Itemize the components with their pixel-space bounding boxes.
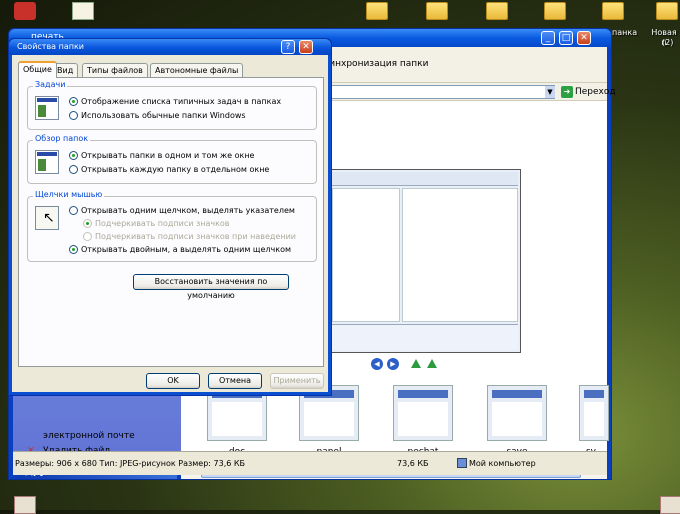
browse-preview-icon xyxy=(35,150,59,174)
desktop-label-panka: панка xyxy=(612,28,638,37)
thumbnail-save[interactable] xyxy=(487,385,547,441)
chevron-down-icon[interactable]: ▼ xyxy=(545,86,555,98)
dialog-title: Свойства папки xyxy=(17,42,85,51)
sync-folder-button[interactable]: Синхронизация папки xyxy=(323,59,428,69)
pointer-preview-icon: ↖ xyxy=(35,206,59,230)
next-image-icon[interactable]: ▶ xyxy=(387,358,399,370)
folder-icon[interactable] xyxy=(366,2,388,20)
desktop-app-icon[interactable] xyxy=(14,2,36,20)
go-arrow-icon[interactable]: ➜ xyxy=(561,86,573,98)
label-underline-hover[interactable]: Подчеркивать подписи значков при наведен… xyxy=(95,232,296,241)
label-double-click[interactable]: Открывать двойным, а выделять одним щелч… xyxy=(81,245,291,254)
address-input[interactable] xyxy=(323,85,555,99)
minimize-button[interactable]: _ xyxy=(541,31,555,45)
my-computer-icon xyxy=(457,458,467,468)
thumbnail-pechat[interactable] xyxy=(393,385,453,441)
radio-double-click[interactable] xyxy=(69,245,78,254)
folder-options-dialog: Свойства папки ? ✕ Общие Вид Типы файлов… xyxy=(8,38,332,396)
radio-show-common-tasks[interactable] xyxy=(69,97,78,106)
radio-underline-hover[interactable] xyxy=(83,232,92,241)
folder-icon[interactable] xyxy=(544,2,566,20)
label-own-window[interactable]: Открывать каждую папку в отдельном окне xyxy=(81,165,269,174)
label-underline-always[interactable]: Подчеркивать подписи значков xyxy=(95,219,230,228)
tab-offline-files[interactable]: Автономные файлы xyxy=(150,63,244,77)
radio-own-window[interactable] xyxy=(69,165,78,174)
dialog-close-button[interactable]: ✕ xyxy=(299,40,313,54)
go-button[interactable]: Переход xyxy=(575,87,616,97)
restore-defaults-button[interactable]: Восстановить значения по умолчанию xyxy=(133,274,289,300)
dialog-titlebar[interactable]: Свойства папки ? ✕ xyxy=(9,39,331,55)
tab-file-types[interactable]: Типы файлов xyxy=(82,63,148,77)
dialog-body: Общие Вид Типы файлов Автономные файлы З… xyxy=(12,55,328,392)
task-email[interactable]: электронной почте xyxy=(43,431,135,441)
cancel-button[interactable]: Отмена xyxy=(208,373,262,389)
folder-icon[interactable] xyxy=(486,2,508,20)
label-show-common-tasks[interactable]: Отображение списка типичных задач в папк… xyxy=(81,97,281,106)
image-preview xyxy=(329,169,521,353)
close-button[interactable]: ✕ xyxy=(577,31,591,45)
radio-classic-folders[interactable] xyxy=(69,111,78,120)
thumbnail-sv[interactable] xyxy=(579,385,609,441)
tasks-group xyxy=(27,86,317,130)
browse-folders-group xyxy=(27,140,317,184)
ok-button[interactable]: OK xyxy=(146,373,200,389)
browse-folders-group-title: Обзор папок xyxy=(33,134,91,143)
desktop-bottom-icon[interactable] xyxy=(14,496,36,514)
status-my-computer: Мой компьютер xyxy=(469,459,536,468)
label-classic-folders[interactable]: Использовать обычные папки Windows xyxy=(81,111,246,120)
folder-icon[interactable] xyxy=(656,2,678,20)
desktop-doc-icon[interactable] xyxy=(72,2,94,20)
radio-single-click[interactable] xyxy=(69,206,78,215)
desktop-label-new-folder-2: (2) xyxy=(662,38,674,47)
label-same-window[interactable]: Открывать папки в одном и том же окне xyxy=(81,151,254,160)
previous-image-icon[interactable]: ◀ xyxy=(371,358,383,370)
help-button[interactable]: ? xyxy=(281,40,295,54)
radio-underline-always[interactable] xyxy=(83,219,92,228)
maximize-button[interactable]: □ xyxy=(559,31,573,45)
tab-page-general: Задачи Отображение списка типичных задач… xyxy=(18,77,324,367)
click-items-group-title: Щелчки мышью xyxy=(33,190,105,199)
tasks-preview-icon xyxy=(35,96,59,120)
status-file-size: 73,6 КБ xyxy=(397,459,429,468)
apply-button[interactable]: Применить xyxy=(270,373,324,389)
status-bar: Размеры: 906 x 680 Тип: JPEG-рисунок Раз… xyxy=(13,451,607,475)
rotate-right-icon[interactable] xyxy=(427,359,437,368)
status-image-info: Размеры: 906 x 680 Тип: JPEG-рисунок Раз… xyxy=(15,459,246,468)
folder-icon[interactable] xyxy=(426,2,448,20)
radio-same-window[interactable] xyxy=(69,151,78,160)
rotate-left-icon[interactable] xyxy=(411,359,421,368)
tasks-group-title: Задачи xyxy=(33,80,68,89)
tab-general[interactable]: Общие xyxy=(18,61,57,78)
label-single-click[interactable]: Открывать одним щелчком, выделять указат… xyxy=(81,206,295,215)
folder-icon[interactable] xyxy=(602,2,624,20)
desktop-bottom-icon[interactable] xyxy=(660,496,680,514)
